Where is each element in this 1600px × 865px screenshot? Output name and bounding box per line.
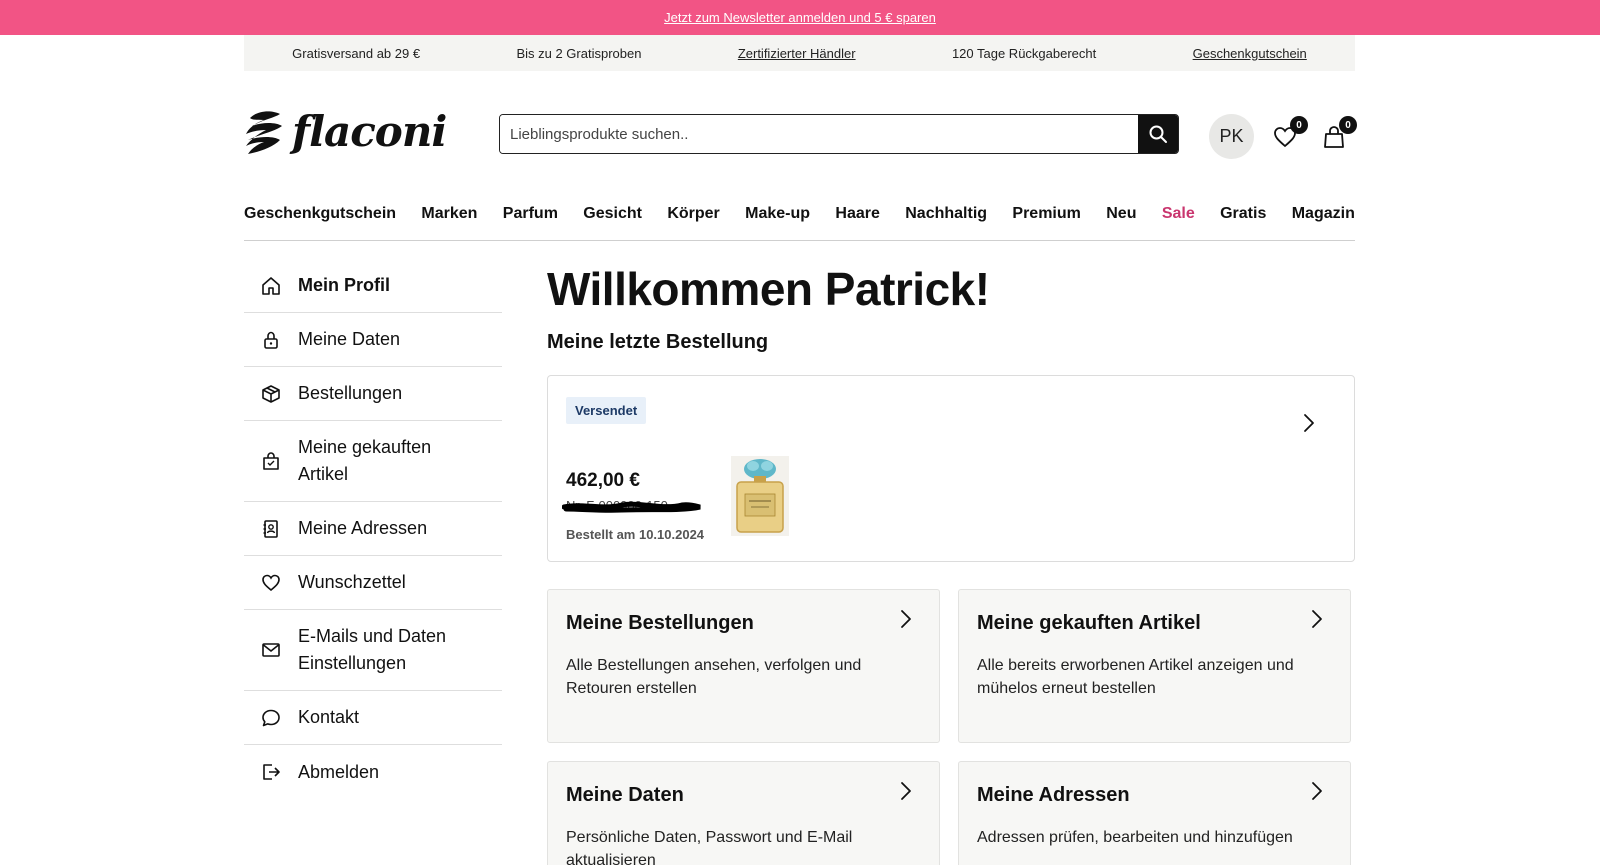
sidebar-item-abmelden[interactable]: Abmelden — [244, 745, 502, 799]
logo-text: flaconi — [292, 107, 447, 156]
nav-sale[interactable]: Sale — [1162, 205, 1195, 223]
tile-meine-daten[interactable]: Meine Daten Persönliche Daten, Passwort … — [547, 761, 940, 865]
sidebar-item-label: Wunschzettel — [298, 572, 406, 592]
tile-description: Persönliche Daten, Passwort und E-Mail a… — [566, 829, 853, 865]
nav-magazin[interactable]: Magazin — [1292, 205, 1355, 223]
sidebar-item-meine-adressen[interactable]: Meine Adressen — [244, 502, 502, 556]
order-date: Bestellt am 10.10.2024 — [566, 527, 705, 542]
chevron-right-icon — [901, 782, 911, 800]
sidebar-item-label: Abmelden — [298, 761, 380, 782]
search-button[interactable] — [1138, 115, 1178, 153]
nav-marken[interactable]: Marken — [421, 205, 477, 223]
shopping-bag-icon — [260, 450, 282, 472]
nav-gesicht[interactable]: Gesicht — [583, 205, 642, 223]
chevron-right-icon — [1312, 782, 1322, 800]
mail-icon — [260, 639, 282, 661]
sidebar-item-emails-und-daten-einstellungen[interactable]: E-Mails und Daten Einstellungen — [244, 610, 502, 691]
nav-parfum[interactable]: Parfum — [503, 205, 558, 223]
newsletter-link[interactable]: Jetzt zum Newsletter anmelden und 5 € sp… — [664, 10, 936, 25]
sidebar-item-label: E-Mails und Daten Einstellungen — [298, 626, 447, 673]
tile-title: Meine gekauften Artikel — [977, 612, 1201, 634]
search-icon — [1149, 125, 1167, 143]
nav-haare[interactable]: Haare — [835, 205, 879, 223]
sidebar-item-label: Meine gekauften Artikel — [298, 437, 432, 484]
main-navigation: Geschenkgutschein Marken Parfum Gesicht … — [244, 205, 1355, 241]
nav-make-up[interactable]: Make-up — [745, 205, 810, 223]
sidebar-item-label: Kontakt — [298, 707, 360, 727]
last-order-heading: Meine letzte Bestellung — [547, 331, 769, 353]
tile-meine-adressen[interactable]: Meine Adressen Adressen prüfen, bearbeit… — [958, 761, 1351, 865]
sidebar-item-label: Meine Adressen — [298, 518, 428, 538]
sidebar-item-meine-gekauften-artikel[interactable]: Meine gekauften Artikel — [244, 421, 502, 502]
search-bar — [499, 114, 1179, 154]
tile-title: Meine Bestellungen — [566, 612, 754, 634]
logo-mark-icon — [246, 111, 282, 154]
usp-free-shipping: Gratisversand ab 29 € — [292, 45, 421, 61]
usp-certified-dealer-link[interactable]: Zertifizierter Händler — [738, 46, 856, 61]
wishlist-count-badge: 0 — [1290, 116, 1308, 134]
nav-geschenkgutschein[interactable]: Geschenkgutschein — [244, 205, 396, 223]
search-input[interactable] — [500, 115, 1138, 153]
usp-gift-card-link[interactable]: Geschenkgutschein — [1193, 46, 1307, 61]
address-book-icon — [260, 518, 282, 540]
account-sidebar: Mein Profil Meine Daten Bestellungen Mei… — [244, 259, 502, 799]
last-order-card[interactable]: Versendet 462,00 € Nr. F-000000-150 Best… — [547, 375, 1355, 562]
heart-icon — [260, 572, 282, 594]
sidebar-item-label: Meine Daten — [298, 329, 401, 349]
chat-bubble-icon — [260, 707, 282, 729]
usp-free-samples: Bis zu 2 Gratisproben — [516, 45, 642, 61]
tile-meine-bestellungen[interactable]: Meine Bestellungen Alle Bestellungen ans… — [547, 589, 940, 743]
sidebar-item-kontakt[interactable]: Kontakt — [244, 691, 502, 745]
chevron-right-icon — [1312, 610, 1322, 628]
tile-title: Meine Adressen — [977, 784, 1130, 806]
home-icon — [260, 275, 282, 297]
tile-meine-gekauften-artikel[interactable]: Meine gekauften Artikel Alle bereits erw… — [958, 589, 1351, 743]
tile-description: Alle Bestellungen ansehen, verfolgen und… — [566, 657, 862, 697]
package-icon — [260, 383, 282, 405]
wishlist-button[interactable]: 0 — [1270, 116, 1308, 152]
sidebar-item-mein-profil[interactable]: Mein Profil — [244, 259, 502, 313]
redaction-scribble — [562, 501, 701, 513]
page-title: Willkommen Patrick! — [547, 263, 990, 315]
chevron-right-icon — [901, 610, 911, 628]
order-price: 462,00 € — [566, 470, 640, 491]
sidebar-item-wunschzettel[interactable]: Wunschzettel — [244, 556, 502, 610]
usp-bar: Gratisversand ab 29 € Bis zu 2 Gratispro… — [244, 35, 1355, 71]
sidebar-item-label: Bestellungen — [298, 383, 403, 403]
lock-icon — [260, 329, 282, 351]
usp-return-policy: 120 Tage Rückgaberecht — [951, 45, 1097, 61]
nav-gratis[interactable]: Gratis — [1220, 205, 1266, 223]
tile-description: Alle bereits erworbenen Artikel anzeigen… — [977, 657, 1294, 697]
logo[interactable]: flaconi — [244, 107, 447, 156]
sidebar-item-bestellungen[interactable]: Bestellungen — [244, 367, 502, 421]
sidebar-item-label: Mein Profil — [298, 275, 391, 295]
nav-nachhaltig[interactable]: Nachhaltig — [905, 205, 987, 223]
cart-count-badge: 0 — [1339, 116, 1357, 134]
tile-title: Meine Daten — [566, 784, 684, 806]
cart-button[interactable]: 0 — [1319, 116, 1357, 152]
promo-banner: Jetzt zum Newsletter anmelden und 5 € sp… — [0, 0, 1600, 35]
nav-neu[interactable]: Neu — [1106, 205, 1136, 223]
perfume-bottle-icon — [731, 456, 789, 536]
nav-koerper[interactable]: Körper — [667, 205, 719, 223]
sidebar-item-meine-daten[interactable]: Meine Daten — [244, 313, 502, 367]
user-avatar[interactable]: PK — [1209, 114, 1254, 159]
order-status-badge: Versendet — [566, 397, 647, 424]
tile-description: Adressen prüfen, bearbeiten und hinzufüg… — [977, 829, 1293, 846]
chevron-right-icon — [1304, 414, 1314, 432]
nav-premium[interactable]: Premium — [1012, 205, 1080, 223]
logout-icon — [260, 761, 282, 783]
